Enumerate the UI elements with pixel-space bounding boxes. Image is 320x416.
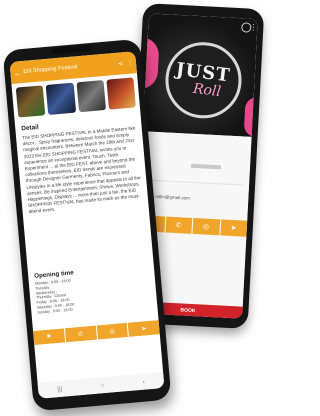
email-text: rollin@gmail.com	[155, 193, 191, 201]
send-icon[interactable]: ➤	[128, 320, 160, 337]
more-icon[interactable]: ⋮	[249, 23, 257, 32]
more-icon[interactable]: ⋮	[127, 59, 134, 67]
action-bar: ■ ✆ ◎ ➤	[33, 320, 160, 346]
image-gallery	[15, 77, 136, 118]
page-title: Eid Shopping Festival	[23, 64, 78, 75]
thumbnail-1[interactable]	[15, 85, 46, 118]
thumbnail-2[interactable]	[45, 82, 76, 115]
hero-image: JUST Roll ⋮	[138, 13, 258, 138]
back-arrow-icon[interactable]: ←	[13, 68, 22, 78]
info-line	[190, 163, 222, 170]
globe-icon[interactable]: ◎	[96, 322, 130, 340]
android-nav-bar: ||| ○ ‹	[37, 371, 165, 399]
detail-title: Detail	[21, 123, 40, 133]
bookmark-icon[interactable]: ■	[33, 328, 66, 346]
phone-icon[interactable]: ✆	[64, 325, 98, 343]
detail-description: The EID SHOPPING FESTIVAL in a Middle Ea…	[21, 125, 141, 215]
hero-accent-right	[243, 96, 258, 138]
send-icon[interactable]: ➤	[220, 219, 247, 236]
recent-apps-icon[interactable]: |||	[57, 385, 63, 392]
front-phone-screen: ← Eid Shopping Festival ⋖ ⋮ Detail The E…	[9, 51, 165, 399]
thumbnail-3[interactable]	[76, 80, 106, 113]
hero-logo-word-2: Roll	[192, 80, 222, 101]
divider	[146, 179, 244, 186]
share-icon[interactable]: ⋖	[118, 60, 124, 67]
back-icon[interactable]: ‹	[142, 378, 145, 385]
opening-hours-list: Monday : 9:00 - 18:00 Tuesday : Wednesda…	[35, 279, 75, 316]
thumbnail-4[interactable]	[106, 77, 136, 110]
globe-icon[interactable]: ◎	[192, 217, 221, 236]
phone-icon[interactable]: ✆	[164, 216, 194, 234]
home-icon[interactable]: ○	[100, 382, 105, 389]
phone-notch	[51, 44, 92, 55]
